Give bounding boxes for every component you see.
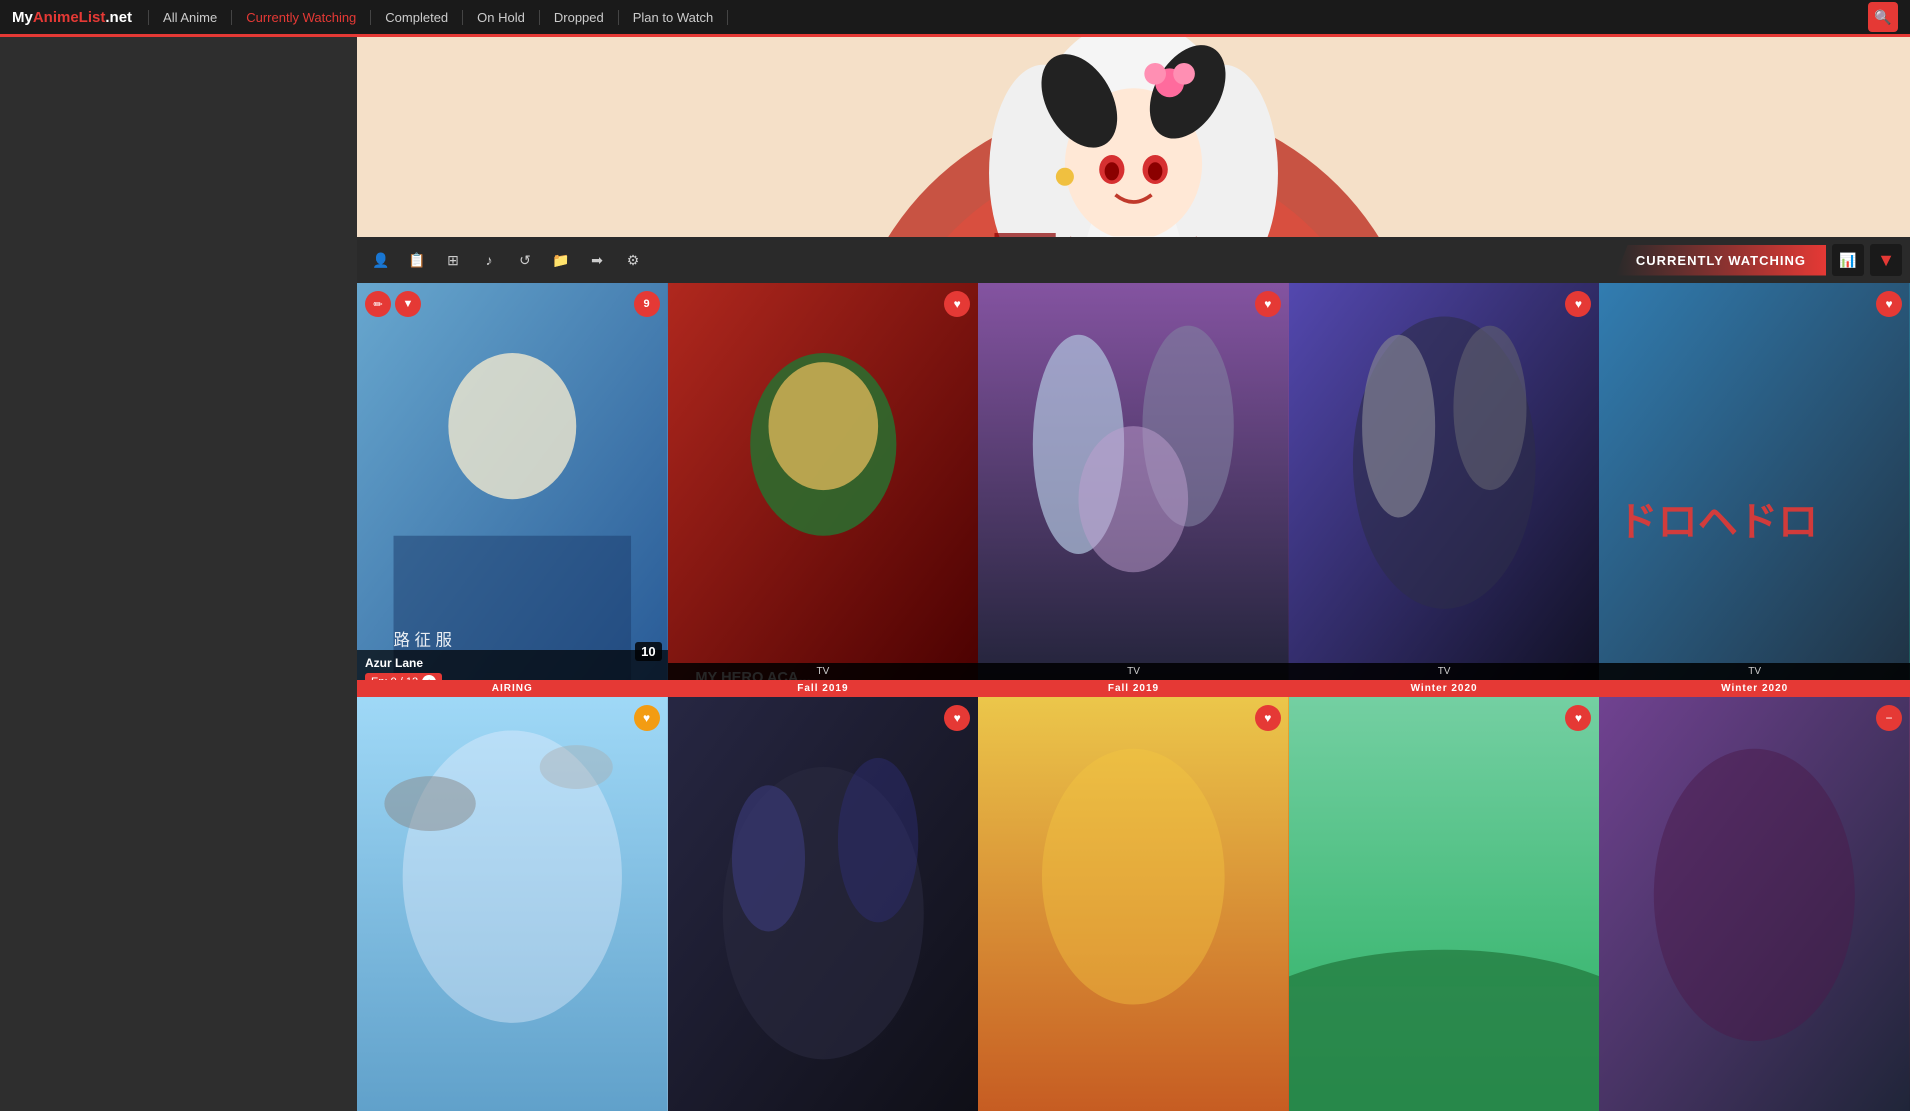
card-art-5: ドロヘドロ [1599, 283, 1910, 697]
card-status-5: TV Winter 2020 [1599, 663, 1910, 697]
anime-card-4[interactable]: ♥ TV Winter 2020 [1289, 283, 1600, 697]
toolbar-icon-user[interactable]: 👤 [365, 244, 397, 276]
card-heart-3[interactable]: ♥ [1255, 291, 1281, 317]
card-edit-controls[interactable]: ✏ ▼ [365, 291, 421, 317]
airing-badge-3: Fall 2019 [978, 680, 1289, 697]
banner: 夏 [357, 37, 1910, 237]
airing-badge-5: Winter 2020 [1599, 680, 1910, 697]
logo-animelist: AnimeList [33, 9, 106, 26]
toolbar-icon-settings[interactable]: ⚙ [617, 244, 649, 276]
card-art-2: MY HERO ACA... [668, 283, 979, 697]
logo-my: My [12, 9, 33, 26]
card-art-1: 路 征 服 [357, 283, 668, 697]
svg-text:ドロヘドロ: ドロヘドロ [1618, 500, 1819, 545]
left-sidebar [0, 37, 357, 1111]
toolbar-icon-grid[interactable]: ⊞ [437, 244, 469, 276]
toolbar: 👤 📋 ⊞ ♪ ↺ 📁 ➡ ⚙ CURRENTLY WATCHING 📊 ▼ [357, 237, 1910, 283]
card-type-5: TV [1599, 663, 1910, 680]
anime-card-10[interactable]: − [1599, 697, 1910, 1111]
card-type-4: TV [1289, 663, 1600, 680]
site-logo[interactable]: MyAnimeList.net [12, 9, 132, 26]
card-art-4 [1289, 283, 1600, 697]
card-status-2: TV Fall 2019 [668, 663, 979, 697]
card-status-4: TV Winter 2020 [1289, 663, 1600, 697]
card-art-7 [668, 697, 979, 1111]
anime-card-7[interactable]: ♥ [668, 697, 979, 1111]
logo-net: .net [105, 9, 132, 26]
page-layout: 夏 👤 📋 ⊞ ♪ ↺ 📁 ➡ ⚙ CURRENTLY WATCHING 📊 ▼ [0, 37, 1910, 1111]
toolbar-right: CURRENTLY WATCHING 📊 ▼ [1616, 244, 1902, 276]
search-button[interactable]: 🔍 [1868, 2, 1898, 32]
nav-on-hold[interactable]: On Hold [463, 10, 540, 25]
anime-card-6[interactable]: ♥ [357, 697, 668, 1111]
card-heart-8[interactable]: ♥ [1255, 705, 1281, 731]
card-heart-2[interactable]: ♥ [944, 291, 970, 317]
anime-card-8[interactable]: ♥ [978, 697, 1289, 1111]
card-type-3: TV [978, 663, 1289, 680]
score-1: 10 [635, 642, 661, 661]
nav-currently-watching[interactable]: Currently Watching [232, 10, 371, 25]
card-art-6 [357, 697, 668, 1111]
card-heart-6[interactable]: ♥ [634, 705, 660, 731]
anime-card-2[interactable]: MY HERO ACA... ♥ TV Fall 2019 [668, 283, 979, 697]
card-art-8 [978, 697, 1289, 1111]
toolbar-icon-folder[interactable]: 📁 [545, 244, 577, 276]
episode-badge: 9 [634, 291, 660, 317]
card-status-1: AIRING [357, 680, 668, 697]
section-label: CURRENTLY WATCHING [1616, 245, 1826, 276]
nav-completed[interactable]: Completed [371, 10, 463, 25]
card-title-1: Azur Lane [365, 656, 660, 670]
airing-badge-4: Winter 2020 [1289, 680, 1600, 697]
anime-card-1[interactable]: 路 征 服 ✏ ▼ 9 Azur Lane Ep: 9 / 12 + AIRIN… [357, 283, 668, 697]
toolbar-icon-music[interactable]: ♪ [473, 244, 505, 276]
airing-badge-1: AIRING [357, 680, 668, 697]
card-art-9 [1289, 697, 1600, 1111]
chart-icon: 📊 [1839, 252, 1856, 269]
card-heart-10[interactable]: − [1876, 705, 1902, 731]
toolbar-icon-refresh[interactable]: ↺ [509, 244, 541, 276]
banner-illustration: 夏 [357, 37, 1910, 237]
svg-text:夏: 夏 [989, 226, 1061, 237]
airing-badge-2: Fall 2019 [668, 680, 979, 697]
nav-links: All Anime Currently Watching Completed O… [148, 10, 1868, 25]
edit-button[interactable]: ✏ [365, 291, 391, 317]
toolbar-icon-list[interactable]: 📋 [401, 244, 433, 276]
card-heart-5[interactable]: ♥ [1876, 291, 1902, 317]
svg-text:路 征 服: 路 征 服 [394, 631, 452, 649]
anime-card-3[interactable]: ♥ TV Fall 2019 [978, 283, 1289, 697]
card-status-3: TV Fall 2019 [978, 663, 1289, 697]
main-content: 夏 👤 📋 ⊞ ♪ ↺ 📁 ➡ ⚙ CURRENTLY WATCHING 📊 ▼ [357, 37, 1910, 1111]
filter-icon: ▼ [1877, 250, 1895, 271]
nav-plan-to-watch[interactable]: Plan to Watch [619, 10, 728, 25]
anime-grid: 路 征 服 ✏ ▼ 9 Azur Lane Ep: 9 / 12 + AIRIN… [357, 283, 1910, 1111]
navbar: MyAnimeList.net All Anime Currently Watc… [0, 0, 1910, 34]
card-art-3 [978, 283, 1289, 697]
card-art-10 [1599, 697, 1910, 1111]
nav-dropped[interactable]: Dropped [540, 10, 619, 25]
chart-button[interactable]: 📊 [1832, 244, 1864, 276]
anime-card-9[interactable]: ♥ [1289, 697, 1600, 1111]
filter-button[interactable]: ▼ [1870, 244, 1902, 276]
dropdown-button[interactable]: ▼ [395, 291, 421, 317]
toolbar-icon-export[interactable]: ➡ [581, 244, 613, 276]
card-type-2: TV [668, 663, 979, 680]
anime-card-5[interactable]: ドロヘドロ ♥ TV Winter 2020 [1599, 283, 1910, 697]
search-icon: 🔍 [1874, 9, 1891, 26]
nav-all-anime[interactable]: All Anime [148, 10, 232, 25]
